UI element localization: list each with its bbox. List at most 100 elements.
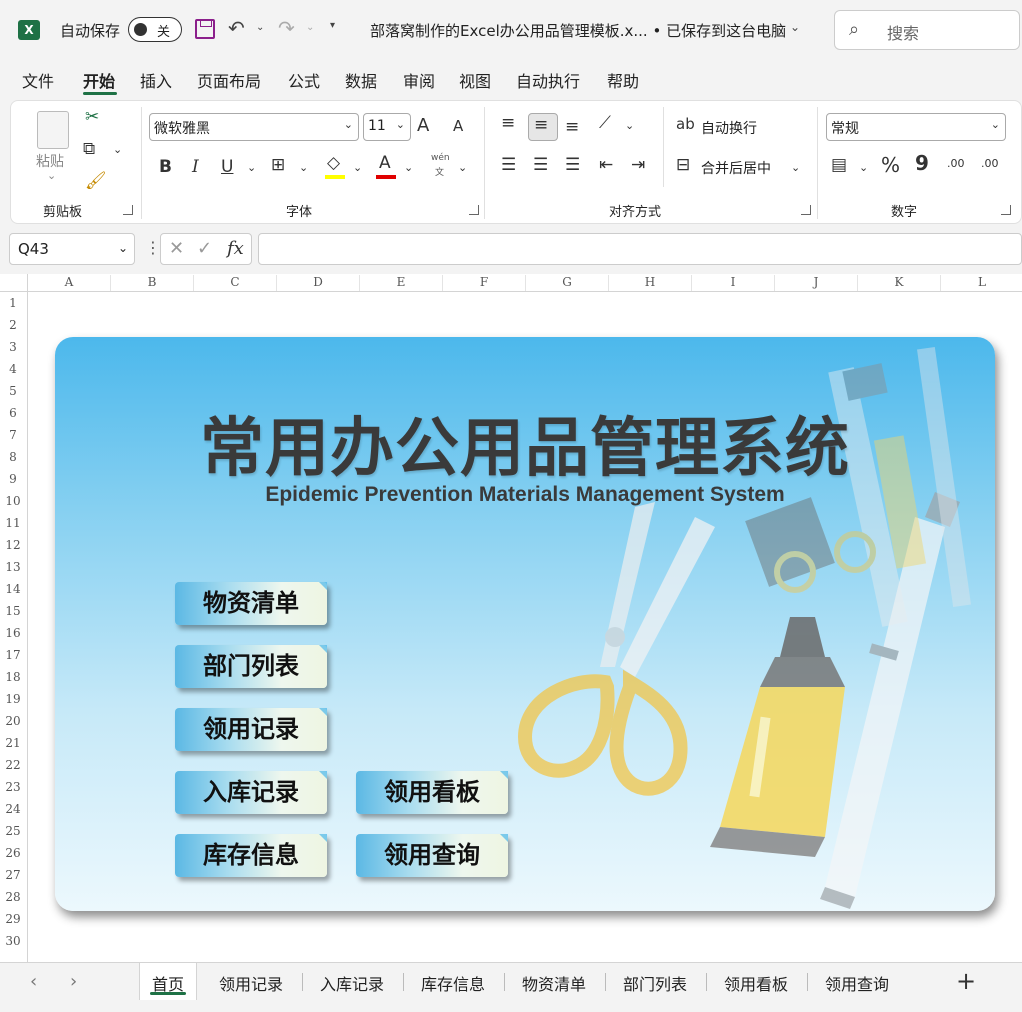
row-header[interactable]: 2 [0,318,26,332]
decrease-font-icon[interactable]: A [453,117,463,135]
row-header[interactable]: 8 [0,450,26,464]
row-header[interactable]: 26 [0,846,26,860]
document-title[interactable]: 部落窝制作的Excel办公用品管理模板.x... • 已保存到这台电脑 [370,20,786,41]
pinyin-icon[interactable]: wén [431,153,450,163]
cancel-icon[interactable]: ✕ [169,238,184,259]
column-header[interactable]: C [194,275,277,291]
paste-label[interactable]: 粘贴 [36,151,64,171]
decrease-indent-icon[interactable]: ⇤ [599,155,613,175]
align-top-icon[interactable]: ≡ [501,113,515,133]
sheet-tab[interactable]: 入库记录 [304,963,400,1001]
align-left-icon[interactable]: ☰ [501,155,516,175]
column-header[interactable]: E [360,275,443,291]
inbound-records-button[interactable]: 入库记录 [175,771,327,814]
cut-icon[interactable]: ✂ [85,107,99,127]
undo-dropdown-icon[interactable]: ⌄ [256,22,264,33]
column-header[interactable]: I [692,275,775,291]
column-header[interactable]: A [28,275,111,291]
column-header[interactable]: D [277,275,360,291]
row-header[interactable]: 4 [0,362,26,376]
redo-icon[interactable]: ↷ [278,16,295,40]
inventory-info-button[interactable]: 库存信息 [175,834,327,877]
column-header[interactable]: J [775,275,858,291]
font-color-icon[interactable]: A [379,153,391,173]
tab-review[interactable]: 审阅 [403,68,435,92]
font-color-dropdown-icon[interactable]: ⌄ [404,161,413,174]
row-header[interactable]: 7 [0,428,26,442]
name-box[interactable]: Q43 ⌄ [9,233,135,265]
undo-icon[interactable]: ↶ [228,16,245,40]
row-header[interactable]: 6 [0,406,26,420]
tab-help[interactable]: 帮助 [607,68,639,92]
format-painter-icon[interactable]: 🖌 [85,171,107,191]
tab-data[interactable]: 数据 [345,68,377,92]
more-options-icon[interactable]: ⋮ [145,238,161,257]
row-header[interactable]: 3 [0,340,26,354]
column-header[interactable]: K [858,275,941,291]
sheet-tab[interactable]: 领用查询 [809,963,905,1001]
align-bottom-icon[interactable]: ≡ [565,117,579,137]
tab-page-layout[interactable]: 页面布局 [197,68,261,92]
select-all-corner[interactable] [0,274,28,291]
font-launcher-icon[interactable] [469,205,479,215]
row-header[interactable]: 21 [0,736,26,750]
row-header[interactable]: 15 [0,604,26,618]
pinyin-dropdown-icon[interactable]: ⌄ [458,161,467,174]
chevron-down-icon[interactable]: ⌄ [790,20,800,34]
comma-style-button[interactable]: 9 [915,151,929,175]
orientation-icon[interactable]: ⟋ [599,113,611,133]
font-size-select[interactable]: 11 ⌄ [363,113,411,141]
tab-view[interactable]: 视图 [459,68,491,92]
department-list-button[interactable]: 部门列表 [175,645,327,688]
column-header[interactable]: H [609,275,692,291]
materials-list-button[interactable]: 物资清单 [175,582,327,625]
column-header[interactable]: L [941,275,1022,291]
increase-indent-icon[interactable]: ⇥ [631,155,645,175]
tab-formulas[interactable]: 公式 [288,68,320,92]
paste-dropdown-icon[interactable]: ⌄ [47,169,56,182]
sheet-tab[interactable]: 领用看板 [708,963,804,1001]
row-header[interactable]: 22 [0,758,26,772]
redo-dropdown-icon[interactable]: ⌄ [306,22,314,33]
row-header[interactable]: 19 [0,692,26,706]
accounting-dropdown-icon[interactable]: ⌄ [859,161,868,174]
underline-button[interactable]: U [221,157,233,177]
merge-center-icon[interactable]: ⊟ [676,155,690,175]
save-icon[interactable] [195,19,215,39]
wrap-text-button[interactable]: 自动换行 [701,118,757,138]
alignment-launcher-icon[interactable] [801,205,811,215]
fill-color-icon[interactable]: ◇ [327,153,340,173]
row-header[interactable]: 14 [0,582,26,596]
usage-board-button[interactable]: 领用看板 [356,771,508,814]
column-header[interactable]: B [111,275,194,291]
orientation-dropdown-icon[interactable]: ⌄ [625,119,634,132]
merge-center-button[interactable]: 合并后居中 [701,158,771,178]
worksheet-grid[interactable]: 常用办公用品管理系统 Epidemic Prevention Materials… [28,292,1022,962]
search-input[interactable]: ⌕ 搜索 [834,10,1020,50]
bold-button[interactable]: B [159,157,172,177]
sheet-tab[interactable]: 库存信息 [405,963,501,1001]
number-launcher-icon[interactable] [1001,205,1011,215]
usage-query-button[interactable]: 领用查询 [356,834,508,877]
tab-automate[interactable]: 自动执行 [516,68,580,92]
tab-file[interactable]: 文件 [22,68,54,92]
increase-font-icon[interactable]: A [417,115,429,136]
decrease-decimal-button[interactable]: .00 [981,157,999,170]
usage-records-button[interactable]: 领用记录 [175,708,327,751]
row-header[interactable]: 30 [0,934,26,948]
column-header[interactable]: F [443,275,526,291]
row-header[interactable]: 18 [0,670,26,684]
percent-button[interactable]: % [881,153,900,177]
row-header[interactable]: 27 [0,868,26,882]
tab-home[interactable]: 开始 [83,68,115,92]
row-header[interactable]: 24 [0,802,26,816]
italic-button[interactable]: I [192,157,199,177]
row-header[interactable]: 28 [0,890,26,904]
align-center-icon[interactable]: ☰ [533,155,548,175]
accounting-format-icon[interactable]: ▤ [831,155,847,175]
row-header[interactable]: 12 [0,538,26,552]
row-header[interactable]: 13 [0,560,26,574]
increase-decimal-button[interactable]: .00 [947,157,965,170]
row-header[interactable]: 1 [0,296,26,310]
clipboard-launcher-icon[interactable] [123,205,133,215]
